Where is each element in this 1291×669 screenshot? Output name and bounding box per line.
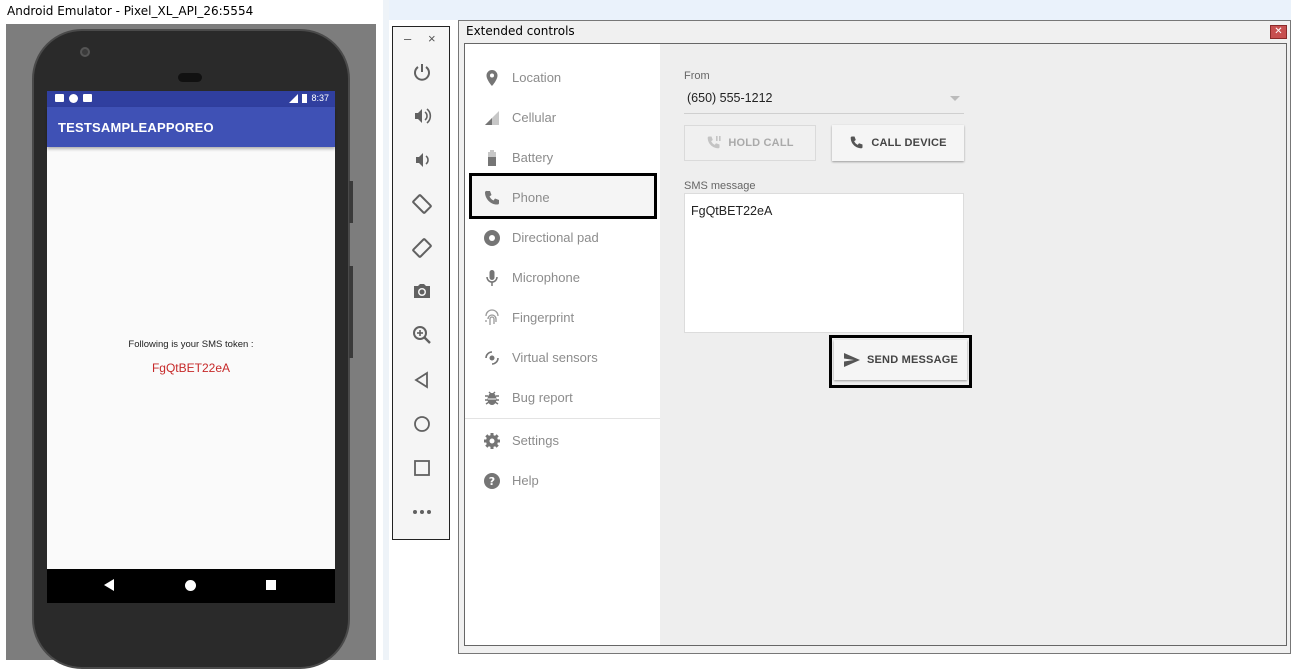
call-device-label: CALL DEVICE [871,137,947,149]
volume-side-button[interactable] [349,266,353,358]
sensors-icon [485,351,499,365]
sd-card-icon [83,94,92,102]
location-pin-icon [486,70,498,86]
signal-icon [485,111,499,125]
sync-icon [69,94,78,103]
sidebar-item-label: Phone [512,190,550,205]
sidebar-item-cellular[interactable]: Cellular [465,97,660,137]
app-title: TESTSAMPLEAPPOREO [58,120,214,135]
emulator-titlebar: Android Emulator - Pixel_XL_API_26:5554 [0,0,383,24]
sidebar-item-bug-report[interactable]: Bug report [465,377,660,417]
sidebar-item-location[interactable]: Location [465,57,660,97]
rotate-right-icon[interactable] [402,233,442,263]
sidebar-item-label: Cellular [512,110,557,125]
from-label: From [684,70,710,82]
sidebar-item-directional-pad[interactable]: Directional pad [465,217,660,257]
svg-text:?: ? [489,475,495,488]
more-icon[interactable] [402,497,442,527]
power-icon[interactable] [402,57,442,87]
rotate-left-icon[interactable] [402,189,442,219]
call-device-button[interactable]: CALL DEVICE [832,125,964,161]
send-icon [843,353,860,367]
extended-controls-title: Extended controls [466,24,575,38]
sidebar-item-help[interactable]: ? Help [465,460,660,500]
from-underline [684,113,964,114]
sms-message-text: FgQtBET22eA [691,204,773,218]
bug-icon [485,391,499,405]
sidebar-item-settings[interactable]: Settings [465,420,660,460]
sidebar-item-label: Battery [512,150,554,165]
toolbar-close-button[interactable]: × [428,31,436,46]
sidebar-item-phone[interactable]: Phone [465,177,660,217]
hold-call-button[interactable]: HOLD CALL [684,125,816,161]
app-bar: TESTSAMPLEAPPOREO [47,107,335,147]
nav-recents-button[interactable] [266,580,276,590]
help-icon: ? [484,473,500,489]
status-time: 8:37 [311,93,329,103]
phone-icon [484,190,499,205]
phone-pause-icon [708,136,721,149]
sidebar-item-battery[interactable]: Battery [465,137,660,177]
zoom-icon[interactable] [402,320,442,350]
window-divider [383,0,389,660]
sms-token-label: Following is your SMS token : [128,339,254,350]
back-icon[interactable] [402,365,442,395]
battery-icon [302,93,308,103]
earpiece-speaker [178,73,202,82]
send-message-button[interactable]: SEND MESSAGE [834,340,967,380]
phone-icon [851,136,863,149]
home-icon[interactable] [402,409,442,439]
sidebar-item-label: Directional pad [512,230,599,245]
signal-icon [289,93,299,103]
volume-down-icon[interactable] [402,145,442,175]
nav-home-button[interactable] [185,580,196,591]
notification-icon [55,94,64,102]
sms-token-value: FgQtBET22eA [151,361,231,375]
camera-icon[interactable] [402,276,442,306]
sidebar-item-label: Location [512,70,562,85]
sidebar-divider [465,418,660,419]
fingerprint-icon [485,309,499,325]
sidebar-item-label: Fingerprint [512,310,575,325]
sidebar-item-label: Virtual sensors [512,350,598,365]
sidebar-item-fingerprint[interactable]: Fingerprint [465,297,660,337]
extended-close-button[interactable]: ✕ [1270,25,1287,39]
sidebar-item-label: Microphone [512,270,580,285]
emulator-window-title: Android Emulator - Pixel_XL_API_26:5554 [7,4,254,18]
sidebar-item-label: Settings [512,433,559,448]
chevron-down-icon[interactable] [950,96,960,101]
toolbar-minimize-button[interactable]: – [404,31,411,46]
gear-icon [484,433,500,449]
sidebar-item-label: Help [512,473,539,488]
front-camera [80,47,90,57]
battery-icon [488,150,496,166]
dpad-icon [484,230,500,246]
nav-back-button[interactable] [104,579,114,591]
power-side-button[interactable] [349,181,353,223]
from-number-select[interactable]: (650) 555-1212 [687,91,772,105]
sidebar-item-label: Bug report [512,390,573,405]
overview-icon[interactable] [402,453,442,483]
sms-message-label: SMS message [684,180,756,192]
hold-call-label: HOLD CALL [728,137,794,149]
android-status-bar: 8:37 [47,91,335,107]
send-message-label: SEND MESSAGE [866,354,959,366]
sidebar-item-virtual-sensors[interactable]: Virtual sensors [465,337,660,377]
volume-up-icon[interactable] [402,101,442,131]
background-window-strip [383,0,1291,20]
sidebar-item-microphone[interactable]: Microphone [465,257,660,297]
microphone-icon [486,270,498,286]
